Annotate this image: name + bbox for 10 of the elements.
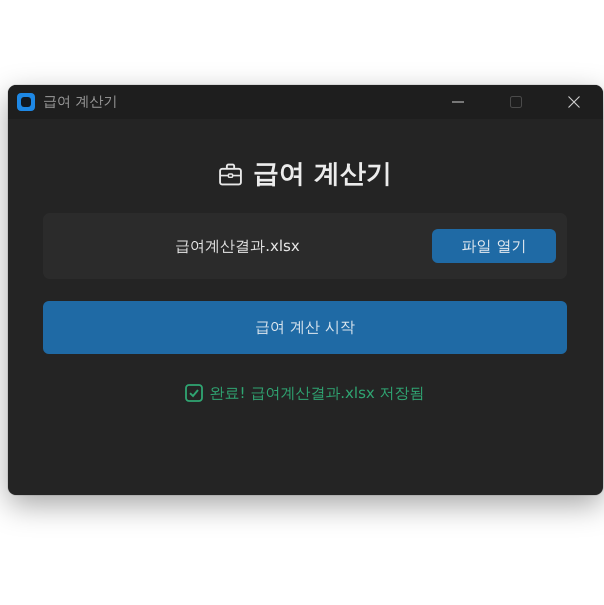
app-icon [17, 93, 35, 111]
status-message: 완료! 급여계산결과.xlsx 저장됨 [209, 384, 425, 402]
start-calculation-button[interactable]: 급여 계산 시작 [43, 301, 567, 354]
maximize-icon [510, 96, 522, 108]
briefcase-icon [218, 162, 243, 186]
close-icon [568, 96, 580, 108]
file-name: 급여계산결과.xlsx [174, 236, 301, 256]
window-title: 급여 계산기 [43, 93, 118, 111]
app-heading: 급여 계산기 [252, 158, 392, 191]
open-file-button[interactable]: 파일 열기 [432, 229, 556, 263]
